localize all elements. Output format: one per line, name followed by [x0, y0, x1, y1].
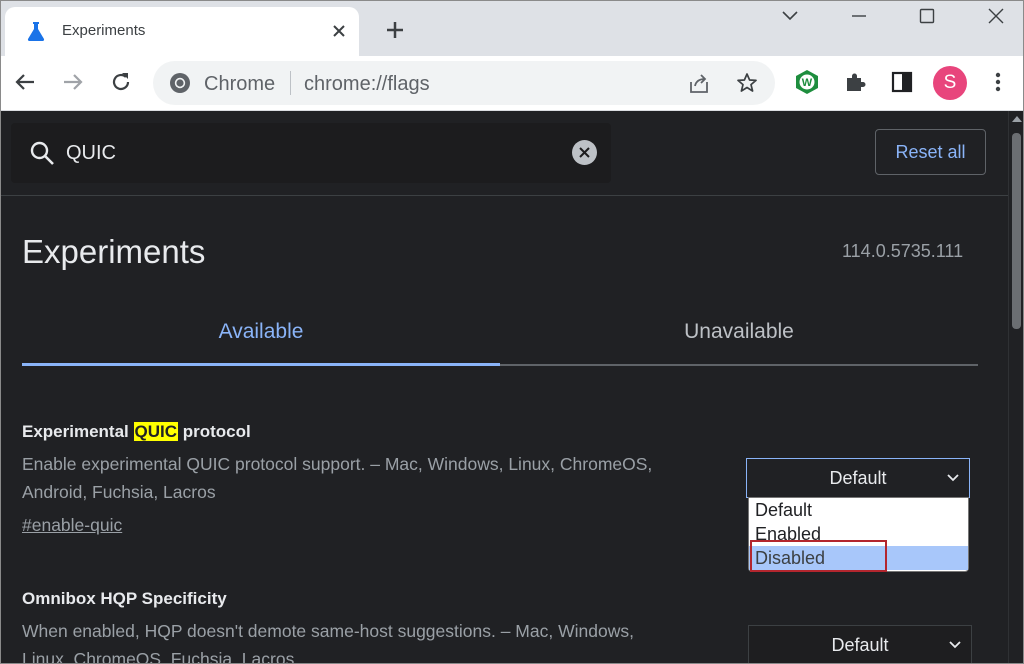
search-input[interactable]: QUIC	[66, 142, 116, 165]
close-window-icon[interactable]	[981, 5, 1011, 27]
address-bar[interactable]: Chrome chrome://flags	[153, 61, 775, 105]
clear-search-icon[interactable]	[572, 140, 597, 165]
flag-state-select[interactable]: Default	[748, 625, 972, 663]
flags-page: QUIC Reset all Experiments 114.0.5735.11…	[1, 111, 1023, 663]
side-panel-icon[interactable]	[888, 68, 916, 96]
flag-title-text: Experimental	[22, 422, 134, 441]
scroll-up-arrow-icon[interactable]	[1012, 116, 1022, 122]
profile-avatar[interactable]: S	[933, 66, 967, 100]
option-default[interactable]: Default	[749, 498, 968, 522]
select-value: Default	[829, 468, 887, 488]
flag-description: When enabled, HQP doesn't demote same-ho…	[22, 617, 722, 664]
extensions-puzzle-icon[interactable]	[841, 68, 869, 96]
flags-header: QUIC Reset all	[1, 111, 1008, 196]
close-tab-icon[interactable]	[327, 19, 351, 43]
flag-description: Enable experimental QUIC protocol suppor…	[22, 450, 722, 506]
toolbar: Chrome chrome://flags W S	[1, 56, 1023, 111]
chrome-icon	[170, 73, 190, 93]
version-label: 114.0.5735.111	[842, 241, 964, 261]
more-menu-icon[interactable]	[984, 68, 1012, 96]
tab-strip: Experiments	[1, 1, 1023, 56]
flag-description-line: Android, Fuchsia, Lacros	[22, 482, 216, 502]
chevron-down-icon	[949, 641, 961, 649]
flag-title-omnibox-hqp: Omnibox HQP Specificity	[22, 589, 227, 608]
search-box[interactable]: QUIC	[11, 123, 611, 183]
page-scrollbar[interactable]	[1008, 111, 1023, 663]
maximize-icon[interactable]	[912, 5, 942, 27]
select-value: Default	[831, 635, 889, 655]
flask-icon	[27, 22, 45, 41]
tab-title: Experiments	[62, 22, 146, 39]
flag-description-line: Enable experimental QUIC protocol suppor…	[22, 454, 653, 474]
back-icon[interactable]	[11, 68, 39, 96]
search-highlight: QUIC	[133, 422, 178, 441]
search-icon	[30, 141, 54, 165]
new-tab-icon[interactable]	[382, 17, 408, 43]
reset-all-button[interactable]: Reset all	[875, 129, 986, 175]
bookmark-star-icon[interactable]	[734, 70, 760, 96]
scrollbar-thumb[interactable]	[1012, 133, 1021, 329]
flag-state-select[interactable]: Default	[746, 458, 970, 498]
tab-experiments[interactable]: Experiments	[5, 7, 359, 56]
share-icon[interactable]	[686, 71, 712, 97]
tab-unavailable[interactable]: Unavailable	[500, 320, 978, 344]
flag-title-enable-quic: Experimental QUIC protocol	[22, 422, 251, 442]
flag-anchor-link[interactable]: #enable-quic	[22, 515, 122, 536]
flag-description-line: Linux, ChromeOS, Fuchsia, Lacros	[22, 649, 295, 664]
divider	[290, 71, 291, 95]
page-title: Experiments	[22, 233, 206, 270]
flag-description-line: When enabled, HQP doesn't demote same-ho…	[22, 621, 634, 641]
reload-icon[interactable]	[107, 68, 135, 96]
url-text[interactable]: chrome://flags	[304, 73, 430, 96]
active-tab-indicator	[22, 363, 500, 366]
annotation-highlight-box	[750, 540, 887, 572]
minimize-icon[interactable]	[844, 5, 874, 27]
browser-window: Experiments Chrome chrome://flags W S QU…	[0, 0, 1024, 664]
flag-title-text: protocol	[178, 422, 251, 441]
chevron-down-icon	[947, 474, 959, 482]
tab-search-chevron-icon[interactable]	[775, 5, 805, 27]
extension-w-icon[interactable]: W	[793, 68, 821, 96]
site-chip: Chrome	[204, 73, 276, 95]
tab-available[interactable]: Available	[22, 320, 500, 344]
forward-icon[interactable]	[59, 68, 87, 96]
svg-text:W: W	[802, 77, 813, 89]
